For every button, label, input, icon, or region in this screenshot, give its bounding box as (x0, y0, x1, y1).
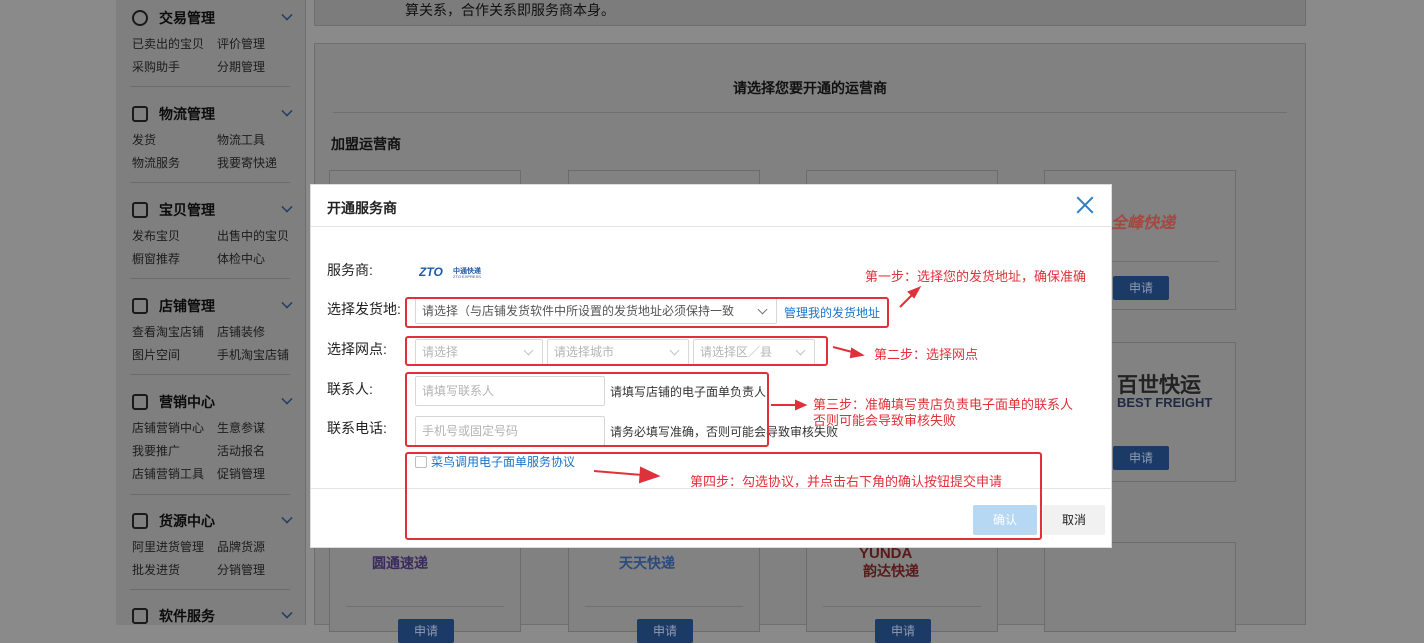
arrowhead-step2 (849, 347, 865, 359)
annotation-arrows (593, 286, 922, 484)
arrow-step4 (593, 470, 643, 476)
arrowhead-step4 (638, 466, 661, 484)
arrowhead-step3 (795, 399, 808, 411)
